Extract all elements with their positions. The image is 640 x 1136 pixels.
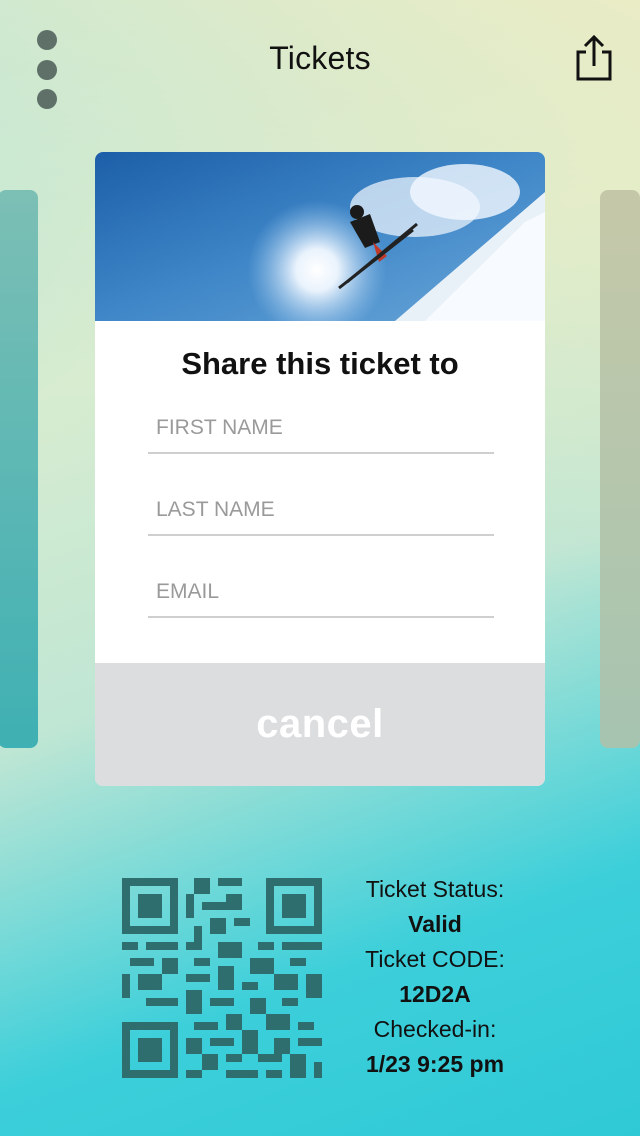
next-ticket-card[interactable]: [600, 190, 640, 748]
app-header: Tickets: [0, 0, 640, 126]
ticket-qr-code: [122, 878, 322, 1078]
ticket-code-label: Ticket CODE:: [365, 946, 505, 972]
ticket-info: Ticket Status: Valid Ticket CODE: 12D2A …: [350, 872, 520, 1082]
ticket-status-label: Ticket Status:: [365, 876, 505, 902]
email-field[interactable]: [148, 574, 494, 618]
checked-in-value: 1/23 9:25 pm: [365, 1051, 505, 1077]
ski-hero-image: [95, 152, 545, 321]
cancel-button[interactable]: cancel: [95, 663, 545, 786]
share-button[interactable]: [572, 34, 616, 82]
first-name-field[interactable]: [148, 410, 494, 454]
last-name-field[interactable]: [148, 492, 494, 536]
page-title: Tickets: [269, 40, 371, 76]
checked-in-label: Checked-in:: [373, 1016, 497, 1042]
previous-ticket-card[interactable]: [0, 190, 38, 748]
ticket-code-value: 12D2A: [399, 981, 471, 1007]
vertical-dots-icon: [37, 89, 57, 109]
share-ticket-dialog: Share this ticket to cancel: [95, 152, 545, 786]
ticket-status-value: Valid: [408, 911, 462, 937]
share-icon: [576, 34, 612, 81]
share-heading: Share this ticket to: [181, 346, 459, 381]
